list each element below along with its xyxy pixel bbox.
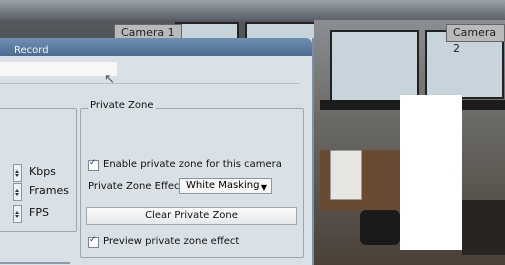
dialog-titlebar[interactable]: Record [0, 38, 312, 56]
fps-spinner[interactable] [13, 205, 22, 223]
name-field[interactable] [0, 62, 117, 76]
fps-unit: FPS [29, 206, 49, 219]
camera-2-label: Camera 2 [446, 24, 505, 55]
private-zone-effect-select[interactable]: White Masking ▼ [179, 178, 272, 194]
dialog-title: Record [14, 45, 49, 56]
divider [0, 262, 70, 264]
kbps-spinner[interactable] [13, 164, 22, 182]
privacy-mask [400, 95, 462, 250]
mouse-cursor-icon: ↖ [104, 72, 115, 87]
frames-unit: Frames [29, 184, 70, 197]
divider [0, 83, 300, 84]
window-pane [330, 30, 419, 104]
drawer [330, 150, 362, 200]
desk [462, 200, 505, 255]
preview-private-zone-checkbox[interactable] [88, 235, 99, 248]
private-zone-effect-value: White Masking [186, 180, 260, 191]
enable-private-zone-checkbox[interactable] [88, 158, 99, 171]
frames-spinner[interactable] [13, 183, 22, 201]
enable-private-zone-label: Enable private zone for this camera [103, 159, 282, 170]
chair [360, 210, 400, 245]
private-zone-title: Private Zone [88, 100, 156, 111]
camera-top-strip [0, 0, 505, 20]
clear-private-zone-button[interactable]: Clear Private Zone [86, 207, 297, 225]
preview-private-zone-label: Preview private zone effect [103, 236, 240, 247]
private-zone-effect-label: Private Zone Effect [88, 181, 184, 192]
kbps-unit: Kbps [29, 165, 56, 178]
dropdown-arrow-icon: ▼ [260, 183, 267, 192]
